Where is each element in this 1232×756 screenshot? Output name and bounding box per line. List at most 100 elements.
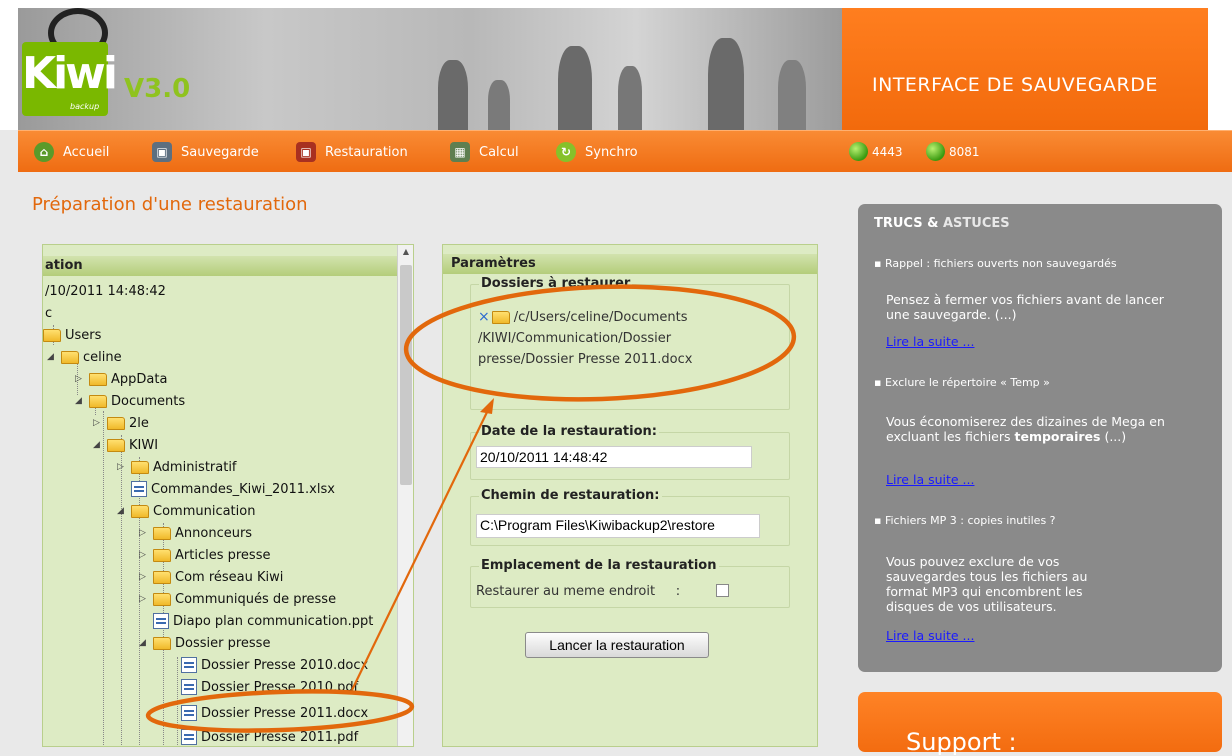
folder-icon bbox=[153, 636, 171, 650]
tips-title: TRUCS & ASTUCES bbox=[874, 216, 1010, 231]
file-tree-panel: ation /10/2011 14:48:42 c Users ◢ celine … bbox=[42, 244, 414, 747]
date-legend: Date de la restauration: bbox=[479, 424, 659, 439]
tree-node[interactable]: ▷ Communiqués de presse bbox=[139, 589, 336, 609]
tree-node-label: Articles presse bbox=[175, 547, 271, 563]
tree-node[interactable]: Users bbox=[43, 325, 101, 345]
tree-node[interactable]: ▷ Articles presse bbox=[139, 545, 270, 565]
tip-body: Vous pouvez exclure de vos sauvegardes t… bbox=[886, 554, 1088, 614]
tree-node[interactable]: ◢ KIWI bbox=[93, 435, 158, 455]
tree-node[interactable]: ◢ Communication bbox=[117, 501, 255, 521]
tip-body: Vous économiserez des dizaines de Mega e… bbox=[886, 414, 1186, 444]
tree-node-label: c bbox=[45, 305, 53, 321]
file-icon bbox=[181, 657, 197, 673]
folder-icon bbox=[153, 526, 171, 540]
collapse-icon[interactable]: ◢ bbox=[75, 396, 87, 406]
tree-node-label: Com réseau Kiwi bbox=[175, 569, 284, 585]
status-led-icon bbox=[849, 142, 868, 161]
nav-restauration[interactable]: ▣ Restauration bbox=[296, 141, 408, 163]
tip-heading: ▪ Fichiers MP 3 : copies inutiles ? bbox=[874, 514, 1056, 527]
expand-icon[interactable]: ▷ bbox=[93, 418, 105, 428]
tree-node[interactable]: Commandes_Kiwi_2011.xlsx bbox=[131, 479, 335, 499]
tree-node[interactable]: Dossier Presse 2010.docx bbox=[181, 655, 368, 675]
tree-node[interactable]: ▷ 2le bbox=[93, 413, 149, 433]
launch-restore-button[interactable]: Lancer la restauration bbox=[525, 632, 709, 658]
tree-node-label: Dossier Presse 2011.pdf bbox=[201, 729, 359, 745]
remove-icon[interactable]: × bbox=[478, 307, 490, 328]
folder-icon bbox=[89, 394, 107, 408]
tree-node-label: Communication bbox=[153, 503, 256, 519]
expand-icon[interactable]: ▷ bbox=[75, 374, 87, 384]
tree-node[interactable]: c bbox=[45, 303, 52, 323]
file-icon bbox=[181, 705, 197, 721]
tree-node-label: Dossier Presse 2011.docx bbox=[201, 705, 369, 721]
tree-node[interactable]: ◢ Dossier presse bbox=[139, 633, 270, 653]
folder-icon bbox=[153, 570, 171, 584]
tip-body: Pensez à fermer vos fichiers avant de la… bbox=[886, 292, 1164, 322]
header-banner-photo bbox=[18, 8, 842, 130]
tip-heading-text: Fichiers MP 3 : copies inutiles ? bbox=[884, 514, 1056, 527]
backup-icon: ▣ bbox=[152, 142, 172, 162]
folder-icon bbox=[107, 438, 125, 452]
interface-title: INTERFACE DE SAUVEGARDE bbox=[872, 74, 1158, 96]
folder-icon bbox=[491, 311, 510, 324]
scroll-up-icon[interactable]: ▲ bbox=[398, 247, 413, 256]
tree-node[interactable]: ▷ Administratif bbox=[117, 457, 237, 477]
same-place-label: Restaurer au meme endroit : bbox=[476, 584, 681, 599]
tree-node[interactable]: ▷ Annonceurs bbox=[139, 523, 252, 543]
tip-read-more-link[interactable]: Lire la suite ... bbox=[886, 334, 974, 349]
tree-node[interactable]: ▷ AppData bbox=[75, 369, 167, 389]
tree-scrollbar[interactable]: ▲ bbox=[397, 245, 413, 746]
tips-title-b: ASTUCES bbox=[942, 216, 1010, 231]
kiwi-logo[interactable]: Kiwi backup bbox=[18, 0, 128, 125]
sync-icon: ↻ bbox=[556, 142, 576, 162]
folder-icon bbox=[107, 416, 125, 430]
collapse-icon[interactable]: ◢ bbox=[139, 638, 151, 648]
nav-synchro[interactable]: ↻ Synchro bbox=[556, 141, 638, 163]
nav-label: Sauvegarde bbox=[181, 144, 259, 160]
tree-node[interactable]: Dossier Presse 2011.pdf bbox=[181, 727, 359, 746]
restore-path-input[interactable]: C:\Program Files\Kiwibackup2\restore bbox=[476, 514, 760, 538]
tree-node-label: Diapo plan communication.ppt bbox=[173, 613, 374, 629]
path-line: /KIWI/Communication/Dossier bbox=[478, 331, 672, 346]
expand-icon[interactable]: ▷ bbox=[139, 572, 151, 582]
collapse-icon[interactable]: ◢ bbox=[117, 506, 129, 516]
same-place-checkbox[interactable] bbox=[716, 584, 729, 597]
folder-icon bbox=[131, 504, 149, 518]
tip-heading: ▪ Exclure le répertoire « Temp » bbox=[874, 376, 1050, 389]
nav-label: Restauration bbox=[325, 144, 408, 160]
tree-node-selected[interactable]: Dossier Presse 2011.docx bbox=[181, 703, 368, 723]
port-label: 4443 bbox=[872, 144, 903, 159]
tip-read-more-link[interactable]: Lire la suite ... bbox=[886, 628, 974, 643]
tree-node[interactable]: ◢ Documents bbox=[75, 391, 185, 411]
collapse-icon[interactable]: ◢ bbox=[93, 440, 105, 450]
nav-label: Synchro bbox=[585, 144, 638, 160]
tree-date: /10/2011 14:48:42 bbox=[45, 283, 166, 299]
port-label: 8081 bbox=[949, 144, 980, 159]
page-title: Préparation d'une restauration bbox=[32, 194, 308, 215]
support-box[interactable]: Support : bbox=[858, 692, 1222, 756]
date-input[interactable]: 20/10/2011 14:48:42 bbox=[476, 446, 752, 468]
expand-icon[interactable]: ▷ bbox=[139, 550, 151, 560]
tip-read-more-link[interactable]: Lire la suite ... bbox=[886, 472, 974, 487]
expand-icon[interactable]: ▷ bbox=[139, 594, 151, 604]
nav-calcul[interactable]: ▦ Calcul bbox=[450, 141, 519, 163]
tips-panel: TRUCS & ASTUCES ▪ Rappel : fichiers ouve… bbox=[858, 204, 1222, 672]
tree-node[interactable]: ▷ Com réseau Kiwi bbox=[139, 567, 283, 587]
folders-legend: Dossiers à restaurer bbox=[479, 276, 633, 291]
tree-node-label: Administratif bbox=[153, 459, 237, 475]
version-label: V3.0 bbox=[124, 74, 191, 104]
tree-node[interactable]: Diapo plan communication.ppt bbox=[153, 611, 373, 631]
expand-icon[interactable]: ▷ bbox=[117, 462, 129, 472]
collapse-icon[interactable]: ◢ bbox=[47, 352, 59, 362]
scroll-thumb[interactable] bbox=[400, 265, 412, 485]
nav-sauvegarde[interactable]: ▣ Sauvegarde bbox=[152, 141, 259, 163]
tips-title-a: TRUCS & bbox=[874, 216, 939, 231]
path-legend: Chemin de restauration: bbox=[479, 488, 662, 503]
expand-icon[interactable]: ▷ bbox=[139, 528, 151, 538]
nav-accueil[interactable]: ⌂ Accueil bbox=[34, 141, 109, 163]
status-led-icon bbox=[926, 142, 945, 161]
tree-node[interactable]: Dossier Presse 2010.pdf bbox=[181, 677, 358, 697]
tree-node[interactable]: ◢ celine bbox=[47, 347, 122, 367]
tip-heading-text: Rappel : fichiers ouverts non sauvegardé… bbox=[884, 257, 1117, 270]
file-icon bbox=[153, 613, 169, 629]
